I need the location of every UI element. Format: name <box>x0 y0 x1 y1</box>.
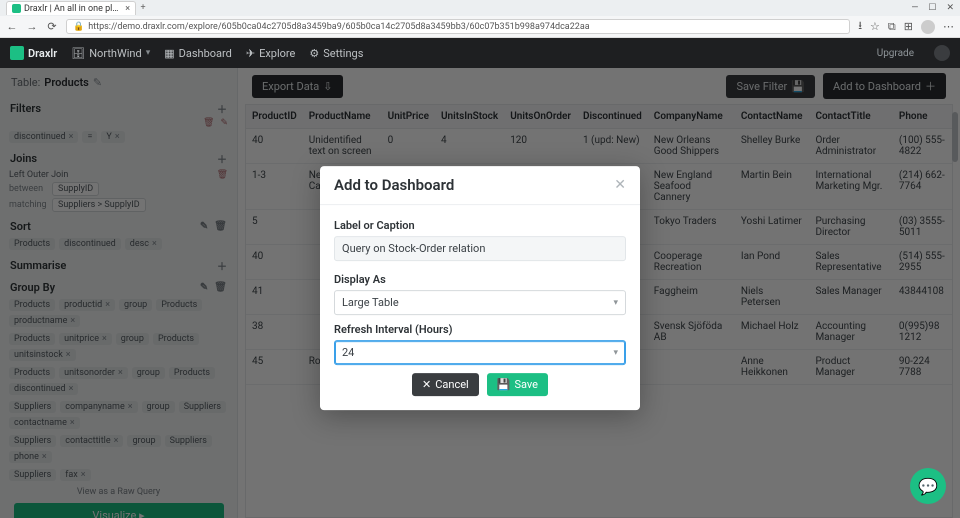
chevron-down-icon: ▾ <box>613 298 618 308</box>
save-button[interactable]: 💾 Save <box>487 373 548 396</box>
browser-tab[interactable]: Draxlr | An all in one platform to × <box>6 1 136 15</box>
brand-logo-icon <box>10 46 24 60</box>
nav-forward-icon[interactable]: → <box>26 20 38 33</box>
display-as-label: Display As <box>334 273 626 286</box>
gear-icon: ⚙ <box>309 47 319 60</box>
display-as-select[interactable]: Large Table ▾ <box>334 290 626 315</box>
chat-fab[interactable]: 💬 <box>910 468 946 504</box>
close-icon: ✕ <box>422 378 431 391</box>
app-header: Draxlr 🗄 NorthWind ▾ ▦ Dashboard ✈ Explo… <box>0 38 960 68</box>
upgrade-link[interactable]: Upgrade <box>877 48 914 59</box>
caption-input[interactable] <box>334 236 626 261</box>
dialog-close-icon[interactable]: ✕ <box>614 177 626 193</box>
window-close-icon[interactable]: ✕ <box>946 3 954 13</box>
nav-dashboard[interactable]: ▦ Dashboard <box>164 47 232 60</box>
workspace-switcher[interactable]: 🗄 NorthWind ▾ <box>71 47 150 60</box>
downloads-icon[interactable]: ⭳ <box>858 17 862 36</box>
cancel-button[interactable]: ✕ Cancel <box>412 373 479 396</box>
window-minimize-icon[interactable]: — <box>911 3 918 13</box>
caption-label: Label or Caption <box>334 219 626 232</box>
nav-settings[interactable]: ⚙ Settings <box>309 47 363 60</box>
user-avatar[interactable] <box>934 45 950 61</box>
nav-reload-icon[interactable]: ⟳ <box>46 20 58 33</box>
brand[interactable]: Draxlr <box>10 46 57 60</box>
window-maximize-icon[interactable]: ☐ <box>928 3 936 13</box>
save-icon: 💾 <box>497 378 511 391</box>
brand-name: Draxlr <box>28 47 57 60</box>
app-body: Table: Products ✎ Filters ＋ 🗑 ✎ disconti… <box>0 68 960 518</box>
lock-icon: 🔒 <box>73 22 84 32</box>
url-bar[interactable]: 🔒 https://demo.draxlr.com/explore/605b0c… <box>66 19 850 34</box>
chevron-down-icon: ▾ <box>613 348 618 358</box>
add-to-dashboard-dialog: Add to Dashboard ✕ Label or Caption Disp… <box>320 166 640 410</box>
chat-icon: 💬 <box>918 477 938 496</box>
tab-title: Draxlr | An all in one platform to <box>24 4 122 14</box>
tab-favicon <box>12 4 21 13</box>
database-icon: 🗄 <box>71 47 85 60</box>
dialog-title: Add to Dashboard <box>334 176 454 194</box>
new-tab-button[interactable]: + <box>136 3 150 13</box>
browser-toolbar: ← → ⟳ 🔒 https://demo.draxlr.com/explore/… <box>0 16 960 38</box>
refresh-label: Refresh Interval (Hours) <box>334 323 626 336</box>
compass-icon: ✈ <box>246 47 255 60</box>
nav-back-icon[interactable]: ← <box>6 20 18 33</box>
collections-icon[interactable]: ⧉ <box>888 20 896 34</box>
chevron-down-icon: ▾ <box>146 48 151 58</box>
browser-menu-icon[interactable]: ⋯ <box>943 20 954 33</box>
grid-icon: ▦ <box>164 47 174 60</box>
extensions-icon[interactable]: ⊞ <box>904 20 913 33</box>
refresh-interval-select[interactable]: 24 ▾ <box>334 340 626 365</box>
url-text: https://demo.draxlr.com/explore/605b0ca0… <box>88 22 589 32</box>
browser-titlebar: Draxlr | An all in one platform to × + —… <box>0 0 960 16</box>
workspace-name: NorthWind <box>89 47 142 60</box>
profile-avatar[interactable] <box>921 20 935 34</box>
tab-close-icon[interactable]: × <box>125 4 130 14</box>
favorites-icon[interactable]: ☆ <box>870 20 880 33</box>
nav-explore[interactable]: ✈ Explore <box>246 47 296 60</box>
